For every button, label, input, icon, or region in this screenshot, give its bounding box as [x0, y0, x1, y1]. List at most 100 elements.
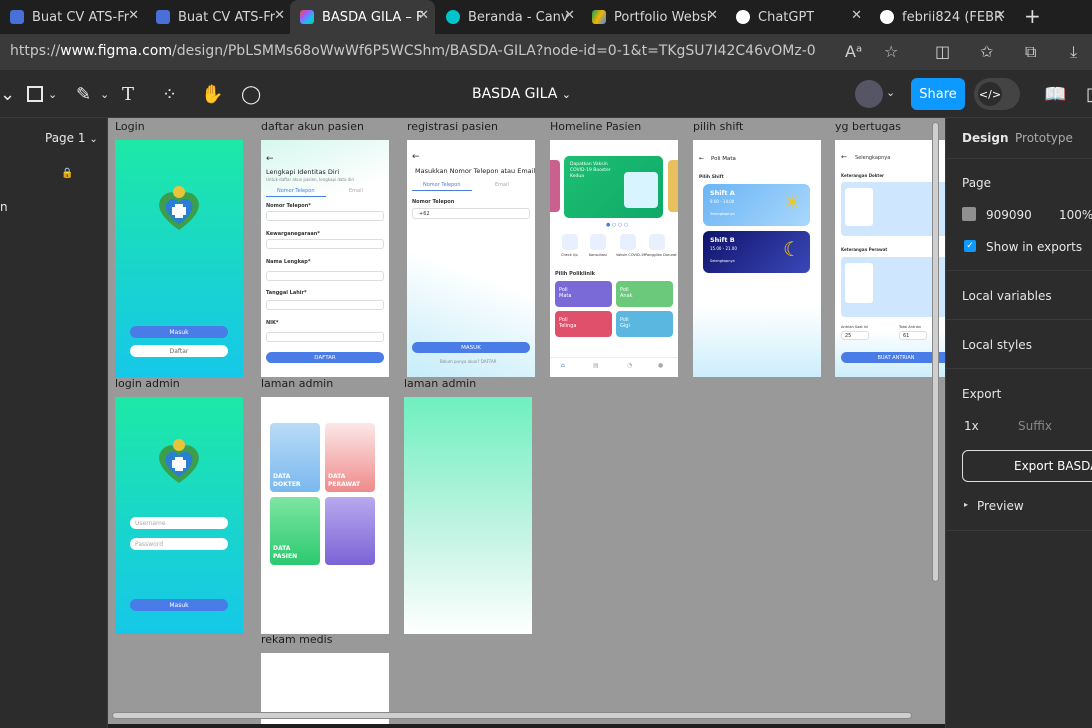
checkup-icon[interactable]: [562, 234, 578, 250]
export-button[interactable]: Export BASDA: [962, 450, 1092, 482]
phone-input[interactable]: [266, 211, 384, 221]
selengkapnya-link[interactable]: Selengkapnya: [710, 212, 735, 216]
profile-icon[interactable]: ●: [658, 362, 663, 369]
layer-item[interactable]: n: [0, 200, 8, 214]
back-arrow-icon[interactable]: ←: [266, 154, 274, 164]
poli-telinga-card[interactable]: Poli Telinga: [555, 311, 612, 337]
frame-pilih-shift[interactable]: ← Poli Mata Pilih Shift Shift A 9.00 - 1…: [693, 140, 821, 377]
close-icon[interactable]: ✕: [995, 8, 1006, 23]
poli-anak-card[interactable]: Poli Anak: [616, 281, 673, 307]
dokter-card[interactable]: [841, 182, 945, 236]
frame-label[interactable]: yg bertugas: [835, 120, 901, 133]
pen-tool-icon[interactable]: ✎: [76, 84, 91, 105]
vaccine-banner[interactable]: Dapatkan Vaksin COVID-19 Booster Kedua: [564, 156, 663, 218]
local-variables[interactable]: Local variables: [962, 289, 1052, 303]
horizontal-scrollbar[interactable]: [112, 712, 912, 719]
page-color-value[interactable]: 909090: [986, 208, 1032, 222]
avatar[interactable]: [855, 80, 883, 108]
frame-label[interactable]: registrasi pasien: [407, 120, 498, 133]
close-icon[interactable]: ✕: [707, 8, 718, 23]
back-arrow-icon[interactable]: ←: [841, 153, 847, 161]
browser-tab[interactable]: Buat CV ATS-Fr ✕: [0, 0, 145, 34]
username-input[interactable]: Username: [130, 517, 228, 529]
page-color-swatch[interactable]: [962, 207, 976, 221]
frame-tool-icon[interactable]: [27, 86, 43, 102]
text-tool-icon[interactable]: T: [122, 84, 134, 105]
tab-nomor-telepon[interactable]: Nomor Telepon: [423, 182, 461, 188]
browser-tab[interactable]: Buat CV ATS-Fr ✕: [146, 0, 291, 34]
canvas[interactable]: Login daftar akun pasien registrasi pasi…: [108, 118, 945, 724]
frame-login[interactable]: Masuk Daftar: [115, 140, 243, 377]
frame-label[interactable]: Homeline Pasien: [550, 120, 641, 133]
nik-input[interactable]: [266, 332, 384, 342]
frame-label[interactable]: laman admin: [261, 377, 333, 390]
close-icon[interactable]: ✕: [851, 8, 862, 23]
masuk-button[interactable]: MASUK: [412, 342, 530, 353]
data-dokter-card[interactable]: DATA DOKTER: [270, 423, 320, 492]
preview-toggle[interactable]: Preview: [977, 499, 1024, 513]
history-icon[interactable]: ▤: [593, 362, 599, 369]
data-perawat-card[interactable]: DATA PERAWAT: [325, 423, 375, 492]
back-arrow-icon[interactable]: ←: [699, 155, 704, 162]
masuk-button[interactable]: Masuk: [130, 599, 228, 611]
data-pasien-card[interactable]: DATA PASIEN: [270, 497, 320, 565]
chevron-down-icon[interactable]: ⌄: [886, 86, 895, 99]
download-icon[interactable]: ⤓: [1070, 42, 1077, 62]
vaksin-icon[interactable]: [620, 234, 636, 250]
frame-label[interactable]: pilih shift: [693, 120, 743, 133]
tab-nomor-telepon[interactable]: Nomor Telepon: [277, 188, 315, 194]
export-scale[interactable]: 1x: [964, 419, 979, 433]
browser-tab[interactable]: Beranda - Canv ✕: [436, 0, 581, 34]
read-aloud-icon[interactable]: A͏ᵃ: [845, 42, 862, 61]
nationality-select[interactable]: [266, 239, 384, 249]
tab-design[interactable]: Design: [962, 131, 1009, 145]
chevron-down-icon[interactable]: ⌄: [100, 88, 109, 101]
tab-email[interactable]: Email: [349, 188, 363, 194]
export-suffix[interactable]: Suffix: [1018, 419, 1052, 433]
favorites-icon[interactable]: ✩: [980, 42, 993, 61]
poli-mata-card[interactable]: Poli Mata: [555, 281, 612, 307]
close-icon[interactable]: ✕: [418, 8, 429, 23]
shift-b-card[interactable]: Shift B 15.00 - 21.00 Selengkapnya ☾: [703, 231, 810, 273]
favorite-star-icon[interactable]: ☆: [884, 42, 898, 61]
hand-tool-icon[interactable]: ✋: [201, 84, 223, 105]
close-icon[interactable]: ✕: [564, 8, 575, 23]
frame-label[interactable]: daftar akun pasien: [261, 120, 364, 133]
frame-laman-admin[interactable]: DATA DOKTER DATA PERAWAT DATA PASIEN: [261, 397, 389, 634]
page-selector[interactable]: Page 1 ⌄: [45, 131, 98, 145]
frame-label[interactable]: rekam medis: [261, 633, 332, 646]
name-input[interactable]: [266, 271, 384, 281]
vertical-scrollbar[interactable]: [932, 122, 939, 582]
document-title[interactable]: BASDA GILA ⌄: [472, 86, 571, 102]
browser-tab-active[interactable]: BASDA GILA – F ✕: [290, 0, 435, 34]
frame-label[interactable]: Login: [115, 120, 145, 133]
chevron-down-icon[interactable]: ⌄: [0, 84, 15, 105]
selengkapnya-link[interactable]: Selengkapnya: [710, 259, 735, 263]
frame-homeline[interactable]: Dapatkan Vaksin COVID-19 Booster Kedua ●…: [550, 140, 678, 377]
poli-gigi-card[interactable]: Poli Gigi: [616, 311, 673, 337]
browser-tab[interactable]: ChatGPT ✕: [726, 0, 868, 34]
checkbox-icon[interactable]: ✓: [964, 240, 976, 252]
browser-tab[interactable]: Portfolio Websi ✕: [582, 0, 724, 34]
url-field[interactable]: https://www.figma.com/design/PbLSMMs68oW…: [10, 43, 816, 59]
notification-icon[interactable]: ◔: [627, 362, 632, 369]
caret-right-icon[interactable]: ▸: [964, 500, 968, 509]
frame-label[interactable]: login admin: [115, 377, 180, 390]
admin-card-empty[interactable]: [325, 497, 375, 565]
close-icon[interactable]: ✕: [274, 8, 285, 23]
frame-daftar-akun[interactable]: ← Lengkapi Identitas Diri Untuk daftar a…: [261, 140, 389, 377]
collections-icon[interactable]: ⧉: [1025, 42, 1036, 62]
buat-antrian-button[interactable]: BUAT ANTRIAN: [841, 352, 945, 363]
library-icon[interactable]: 📖: [1044, 84, 1066, 105]
daftar-button[interactable]: Daftar: [130, 345, 228, 357]
close-icon[interactable]: ✕: [128, 8, 139, 23]
panel-icon[interactable]: ▯: [1086, 84, 1092, 105]
tab-prototype[interactable]: Prototype: [1015, 131, 1073, 145]
frame-laman-admin-2[interactable]: [404, 397, 532, 634]
comment-icon[interactable]: ◯: [241, 84, 261, 105]
perawat-card[interactable]: [841, 257, 945, 317]
konsultasi-icon[interactable]: [590, 234, 606, 250]
shift-a-card[interactable]: Shift A 9.00 - 14.00 Selengkapnya ☀: [703, 184, 810, 226]
browser-tab[interactable]: febrii824 (FEBR ✕: [870, 0, 1012, 34]
password-input[interactable]: Password: [130, 538, 228, 550]
